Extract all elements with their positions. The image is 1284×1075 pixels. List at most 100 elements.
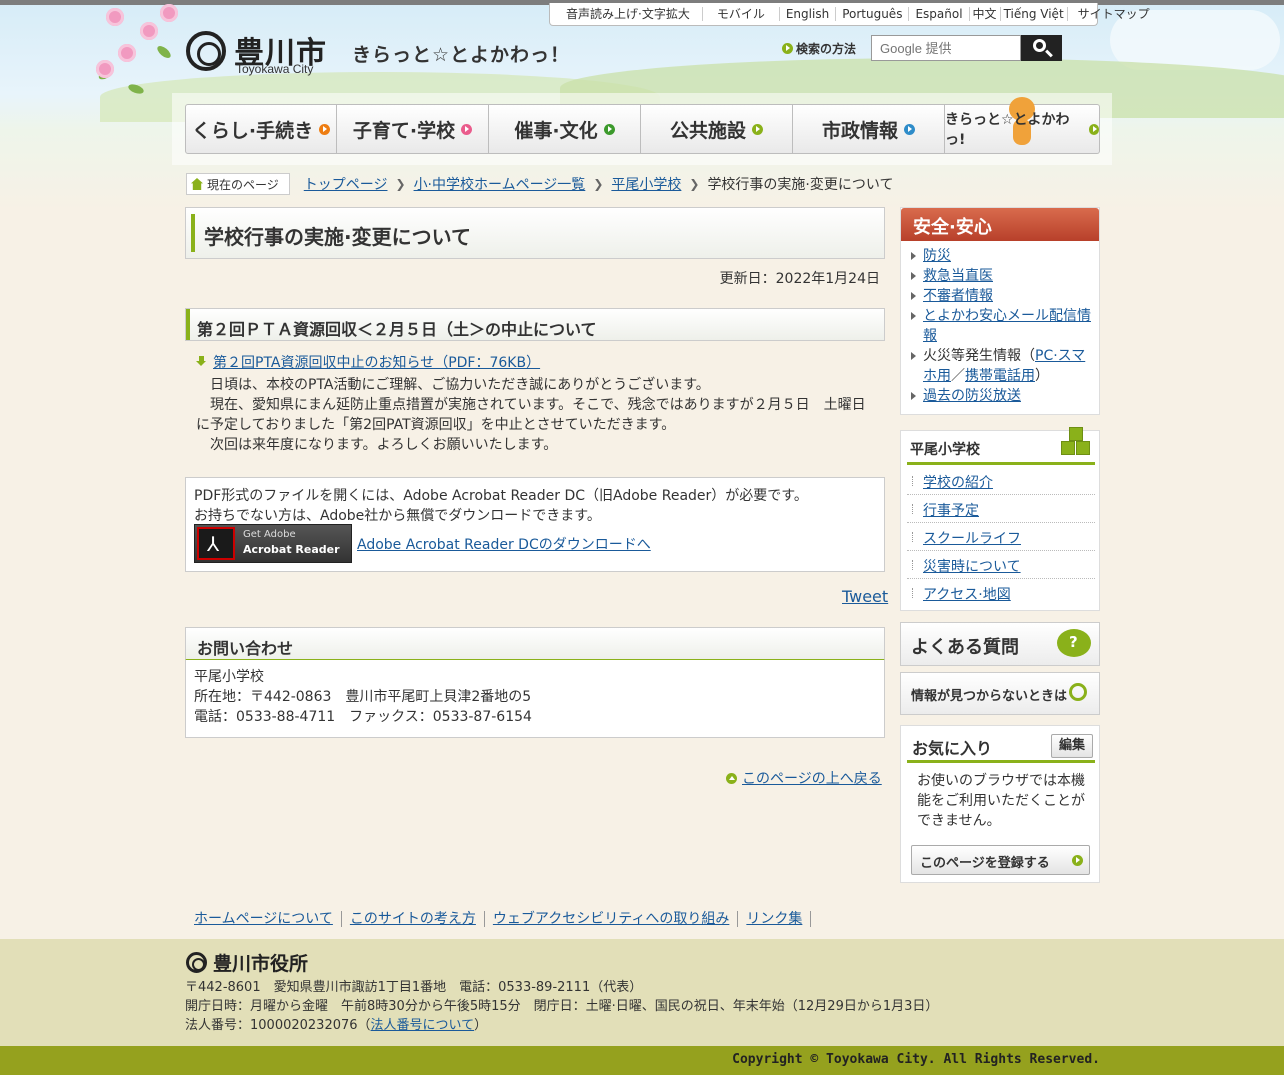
breadcrumb: 現在のページ トップページ ❯ 小·中学校ホームページ一覧 ❯ 平尾小学校 ❯ …	[186, 173, 893, 195]
paragraph: 現在、愛知県にまん延防止重点措置が実施されています。そこで、残念ではありますが２…	[196, 397, 866, 433]
list-item: 救急当直医	[909, 266, 1091, 286]
footer-address: 〒442-8601 愛知県豊川市諏訪1丁目1番地 電話：0533-89-2111…	[185, 980, 643, 995]
updated-date: 更新日：2022年1月24日	[719, 271, 880, 287]
search-help-link[interactable]: 検索の方法	[782, 40, 856, 57]
arrow-circle-icon	[319, 123, 331, 135]
adobe-note-line2: お持ちでない方は、Adobe社から無償でダウンロードできます。	[194, 508, 601, 524]
search-input[interactable]	[871, 35, 1021, 61]
contact-heading: お問い合わせ	[197, 639, 294, 658]
school-link-schoollife[interactable]: スクールライフ	[923, 531, 1021, 547]
paragraph: 日頃は、本校のPTA活動にご理解、ご協力いただき誠にありがとうございます。	[210, 377, 710, 393]
list-item: 行事予定	[907, 495, 1095, 523]
school-link-schedule[interactable]: 行事予定	[923, 503, 979, 519]
nav-item-cityinfo[interactable]: 市政情報	[793, 104, 945, 154]
contact-phone: 電話：0533-88-4711 ファックス：0533-87-6154	[194, 709, 532, 725]
util-link-speech[interactable]: 音声読み上げ·文字拡大	[550, 7, 703, 21]
school-panel: 平尾小学校 学校の紹介 行事予定 スクールライフ 災害時について アクセス·地図	[900, 427, 1100, 611]
faq-label: よくある質問	[911, 637, 1019, 658]
page-title: 学校行事の実施·変更について	[204, 225, 471, 249]
footer-info: 〒442-8601 愛知県豊川市諏訪1丁目1番地 電話：0533-89-2111…	[185, 978, 938, 1035]
safety-link-mail[interactable]: とよかわ安心メール配信情報	[923, 308, 1091, 344]
arrow-bullet-icon	[782, 43, 793, 54]
adobe-note-line1: PDF形式のファイルを開くには、Adobe Acrobat Reader DC（…	[194, 488, 808, 504]
global-nav: くらし·手続き 子育て·学校 催事·文化 公共施設 市政情報 きらっと☆とよかわ…	[185, 97, 1100, 154]
tweet-button[interactable]: Tweet	[842, 587, 888, 606]
copyright-bar: Copyright © Toyokawa City. All Rights Re…	[0, 1046, 1284, 1075]
pdf-download: 第２回PTA資源回収中止のお知らせ（PDF：76KB）	[196, 352, 540, 372]
list-item: スクールライフ	[907, 523, 1095, 551]
list-item: 火災等発生情報（PC·スマホ用／携帯電話用）	[909, 346, 1091, 386]
city-emblem-icon	[186, 31, 226, 71]
not-found-label: 情報が見つからないときは	[911, 689, 1068, 704]
page-top-link[interactable]: このページの上へ戻る	[742, 768, 882, 788]
safety-link-past-broadcast[interactable]: 過去の防災放送	[923, 388, 1021, 404]
question-bubble-icon	[1057, 629, 1091, 657]
city-name-en: Toyokawa City	[236, 62, 314, 76]
list-item: 学校の紹介	[907, 467, 1095, 495]
footer-corp-number: 法人番号：1000020232076（法人番号について）	[185, 1018, 488, 1033]
util-link-spanish[interactable]: Español	[909, 7, 970, 21]
nav-item-childcare[interactable]: 子育て·学校	[337, 104, 489, 154]
faq-banner[interactable]: よくある質問	[900, 622, 1100, 666]
util-link-portuguese[interactable]: Português	[836, 7, 910, 21]
util-link-vietnamese[interactable]: Tiếng Việt	[1001, 7, 1068, 21]
favorites-heading: お気に入り	[912, 739, 993, 758]
util-link-chinese[interactable]: 中文	[970, 7, 1001, 21]
footer-link-accessibility[interactable]: ウェブアクセシビリティへの取り組み	[485, 911, 739, 927]
current-page-label: 現在のページ	[186, 173, 290, 195]
contact-info: 平尾小学校 所在地：〒442-0863 豊川市平尾町上貝津2番地の5 電話：05…	[185, 660, 885, 738]
fire-info-mobile-link[interactable]: 携帯電話用	[965, 368, 1035, 384]
breadcrumb-link-hirao[interactable]: 平尾小学校	[611, 174, 681, 194]
not-found-banner[interactable]: 情報が見つからないときは	[900, 672, 1100, 715]
footer-link-links[interactable]: リンク集	[738, 911, 812, 927]
nav-item-facilities[interactable]: 公共施設	[641, 104, 793, 154]
footer-links: ホームページについて このサイトの考え方 ウェブアクセシビリティへの取り組み リ…	[186, 911, 812, 927]
page-top: このページの上へ戻る	[726, 768, 882, 788]
list-item: 不審者情報	[909, 286, 1091, 306]
adobe-acrobat-icon	[197, 527, 235, 560]
nav-item-living[interactable]: くらし·手続き	[185, 104, 337, 154]
chevron-right-icon: ❯	[593, 177, 604, 191]
download-icon	[196, 356, 207, 368]
breadcrumb-link-top[interactable]: トップページ	[304, 174, 388, 194]
arrow-circle-icon	[904, 123, 915, 135]
search-icon	[1033, 39, 1046, 52]
favorites-edit-button[interactable]: 編集	[1051, 734, 1093, 758]
footer-link-about[interactable]: ホームページについて	[186, 911, 342, 927]
list-item: 災害時について	[907, 551, 1095, 579]
safety-list: 防災 救急当直医 不審者情報 とよかわ安心メール配信情報 火災等発生情報（PC·…	[901, 241, 1099, 406]
list-item: 防災	[909, 246, 1091, 266]
safety-link-suspicious[interactable]: 不審者情報	[923, 288, 993, 304]
school-link-disaster[interactable]: 災害時について	[923, 559, 1021, 575]
safety-heading: 安全·安心	[901, 208, 1099, 241]
pdf-download-link[interactable]: 第２回PTA資源回収中止のお知らせ（PDF：76KB）	[213, 352, 540, 372]
catchphrase: きらっと☆とよかわっ！	[352, 44, 571, 66]
search-button[interactable]	[1021, 35, 1062, 61]
chevron-right-icon: ❯	[395, 177, 406, 191]
magnifier-icon	[1069, 683, 1087, 701]
corp-number-link[interactable]: 法人番号について	[371, 1018, 475, 1033]
nav-item-events[interactable]: 催事·文化	[489, 104, 641, 154]
home-icon	[191, 178, 203, 190]
footer-link-policy[interactable]: このサイトの考え方	[342, 911, 485, 927]
nav-item-kiratto[interactable]: きらっと☆とよかわっ!	[945, 97, 1100, 154]
safety-link-emergency-doctor[interactable]: 救急当直医	[923, 268, 993, 284]
register-page-button[interactable]: このページを登録する	[911, 845, 1090, 875]
school-link-intro[interactable]: 学校の紹介	[923, 475, 993, 491]
safety-link-disaster[interactable]: 防災	[923, 248, 951, 264]
school-menu: 学校の紹介 行事予定 スクールライフ 災害時について アクセス·地図	[907, 467, 1095, 607]
contact-heading-box: お問い合わせ	[185, 627, 885, 661]
util-link-sitemap[interactable]: サイトマップ	[1068, 7, 1160, 21]
get-adobe-reader-badge[interactable]: Get Adobe Acrobat Reader	[194, 524, 352, 563]
util-link-english[interactable]: English	[780, 7, 837, 21]
footer-logo: 豊川市役所	[186, 949, 308, 976]
favorites-heading-box: お気に入り 編集	[907, 726, 1095, 763]
util-link-mobile[interactable]: モバイル	[703, 7, 780, 21]
city-logo[interactable]: 豊川市 Toyokawa City	[186, 28, 336, 78]
adobe-download-link[interactable]: Adobe Acrobat Reader DCのダウンロードへ	[357, 534, 651, 554]
breadcrumb-link-schools[interactable]: 小·中学校ホームページ一覧	[414, 174, 586, 194]
cubes-icon	[1059, 427, 1093, 459]
favorites-panel: お気に入り 編集 お使いのブラウザでは本機能をご利用いただくことができません。 …	[900, 725, 1100, 883]
school-link-access[interactable]: アクセス·地図	[923, 587, 1011, 603]
footer-hours: 開庁日時：月曜から金曜 午前8時30分から午後5時15分 閉庁日：土曜·日曜、国…	[185, 999, 939, 1014]
